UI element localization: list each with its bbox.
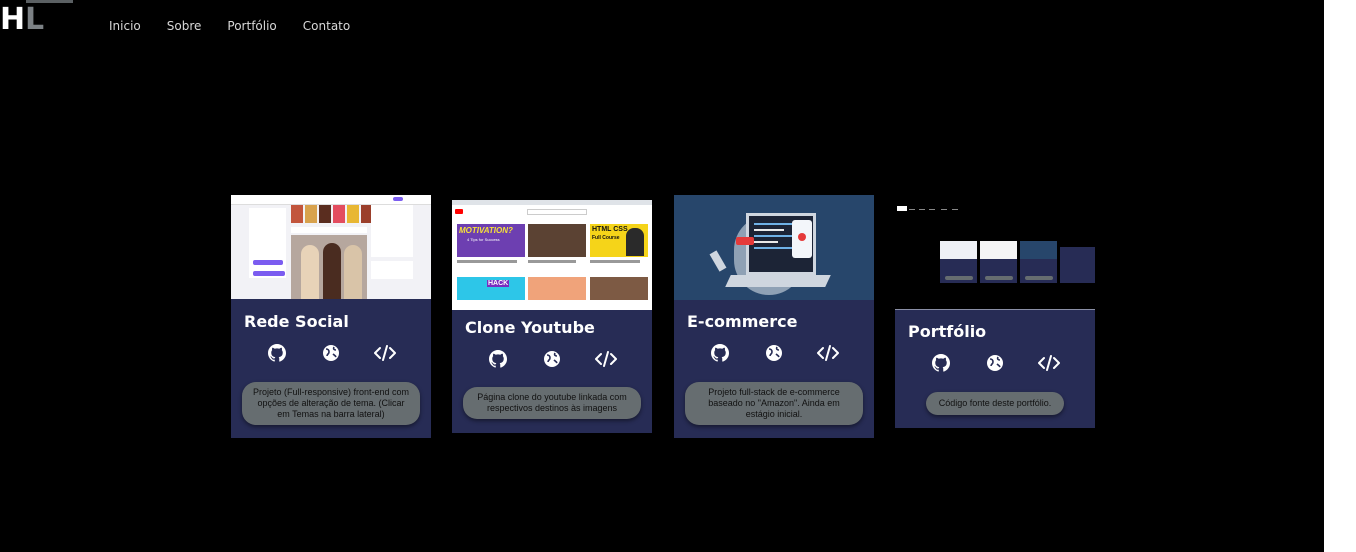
yt-thumb-text: MOTIVATION? bbox=[459, 226, 513, 235]
nav-link-portfolio[interactable]: Portfólio bbox=[227, 19, 276, 33]
project-title: Rede Social bbox=[244, 312, 349, 331]
globe-icon[interactable] bbox=[320, 342, 342, 364]
project-thumbnail[interactable] bbox=[895, 195, 1095, 310]
logo-letter-h: H bbox=[0, 2, 26, 37]
project-title: Portfólio bbox=[908, 322, 987, 341]
project-card-clone-youtube: MOTIVATION? 4 Tips for Success HTML CSS … bbox=[452, 200, 652, 433]
globe-icon[interactable] bbox=[984, 352, 1006, 374]
github-icon[interactable] bbox=[266, 342, 288, 364]
nav-link-inicio[interactable]: Inicio bbox=[109, 19, 141, 33]
project-links bbox=[452, 348, 652, 370]
github-icon[interactable] bbox=[487, 348, 509, 370]
code-icon[interactable] bbox=[817, 342, 839, 364]
code-icon[interactable] bbox=[1038, 352, 1060, 374]
project-description: Página clone do youtube linkada com resp… bbox=[463, 387, 641, 419]
project-title: E-commerce bbox=[687, 312, 798, 331]
project-links bbox=[231, 342, 431, 364]
github-icon[interactable] bbox=[930, 352, 952, 374]
globe-icon[interactable] bbox=[763, 342, 785, 364]
project-description: Projeto full-stack de e-commerce baseado… bbox=[685, 382, 863, 425]
page-background: H L Inicio Sobre Portfólio Contato Rede … bbox=[0, 0, 1324, 552]
yt-thumb-text: HTML CSS bbox=[592, 226, 628, 233]
project-links bbox=[895, 352, 1095, 374]
nav-link-sobre[interactable]: Sobre bbox=[167, 19, 202, 33]
code-icon[interactable] bbox=[595, 348, 617, 370]
yt-thumb-subtext: Full Course bbox=[592, 235, 620, 241]
github-icon[interactable] bbox=[709, 342, 731, 364]
project-thumbnail[interactable] bbox=[674, 195, 874, 300]
project-description: Código fonte deste portfólio. bbox=[926, 392, 1064, 415]
project-card-rede-social: Rede Social Projeto (Full-responsive) fr… bbox=[231, 195, 431, 438]
project-thumbnail[interactable]: MOTIVATION? 4 Tips for Success HTML CSS … bbox=[452, 200, 652, 310]
logo[interactable]: H L bbox=[0, 0, 80, 40]
nav-link-contato[interactable]: Contato bbox=[303, 19, 350, 33]
project-card-ecommerce: E-commerce Projeto full-stack de e-comme… bbox=[674, 195, 874, 438]
yt-thumb-subtext: 4 Tips for Success bbox=[467, 237, 500, 242]
project-links bbox=[674, 342, 874, 364]
project-card-portfolio: Portfólio Código fonte deste portfólio. bbox=[895, 195, 1095, 428]
logo-letter-l: L bbox=[25, 2, 45, 37]
yt-thumb-text: HACK bbox=[487, 280, 510, 287]
main-nav: Inicio Sobre Portfólio Contato bbox=[109, 19, 376, 33]
globe-icon[interactable] bbox=[541, 348, 563, 370]
code-icon[interactable] bbox=[374, 342, 396, 364]
project-title: Clone Youtube bbox=[465, 318, 595, 337]
project-thumbnail[interactable] bbox=[231, 195, 431, 299]
project-description: Projeto (Full-responsive) front-end com … bbox=[242, 382, 420, 425]
